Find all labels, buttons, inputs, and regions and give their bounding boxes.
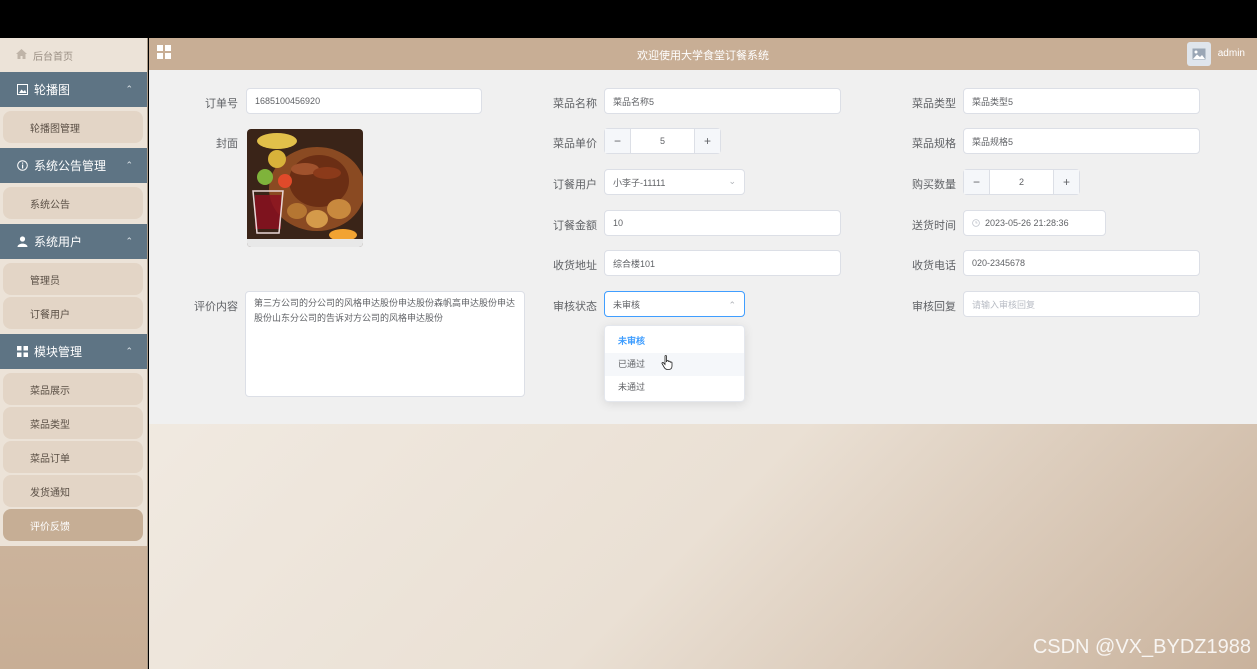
audit-status-value: 未审核 bbox=[613, 299, 641, 310]
qty-label: 购买数量 bbox=[912, 179, 956, 191]
chevron-up-icon: ⌃ bbox=[125, 84, 133, 94]
sidebar-item-feedback[interactable]: 评价反馈 bbox=[3, 509, 143, 541]
sidebar-group-carousel[interactable]: 轮播图 ⌃ bbox=[0, 72, 147, 107]
chevron-up-icon: ⌃ bbox=[125, 160, 133, 170]
sidebar-group-notice[interactable]: 系统公告管理 ⌃ bbox=[0, 148, 147, 183]
order-user-value: 小李子-11111 bbox=[613, 177, 666, 188]
order-no-field[interactable]: 1685100456920 bbox=[246, 88, 482, 114]
home-icon bbox=[16, 48, 27, 62]
sidebar-group-modules[interactable]: 模块管理 ⌃ bbox=[0, 334, 147, 369]
review-textarea[interactable]: 第三方公司的分公司的风格申达股份申达股份森帆高申达股份申达股份山东分公司的告诉对… bbox=[245, 291, 525, 397]
dish-name-field[interactable]: 菜品名称5 bbox=[604, 88, 841, 114]
sidebar-item-dish-display[interactable]: 菜品展示 bbox=[3, 373, 143, 405]
dish-price-label: 菜品单价 bbox=[553, 138, 597, 150]
sidebar-group-label: 系统公告管理 bbox=[34, 159, 107, 173]
audit-reply-label: 审核回复 bbox=[912, 301, 956, 313]
amount-field[interactable]: 10 bbox=[604, 210, 841, 236]
increment-button[interactable]: + bbox=[1053, 170, 1079, 194]
chevron-up-icon: ⌃ bbox=[125, 236, 133, 246]
dish-name-label: 菜品名称 bbox=[553, 98, 597, 110]
cover-image bbox=[247, 129, 363, 247]
sidebar-group-users[interactable]: 系统用户 ⌃ bbox=[0, 224, 147, 259]
dish-spec-field[interactable]: 菜品规格5 bbox=[963, 128, 1200, 154]
watermark: CSDN @VX_BYDZ1988 bbox=[1032, 636, 1251, 658]
sidebar-submenu: 系统公告 bbox=[0, 183, 147, 224]
info-icon bbox=[16, 160, 28, 172]
dish-type-field[interactable]: 菜品类型5 bbox=[963, 88, 1200, 114]
grid-icon bbox=[16, 346, 28, 358]
dish-price-stepper[interactable]: − 5 + bbox=[604, 128, 721, 154]
audit-status-select[interactable]: 未审核 ⌃ bbox=[604, 291, 745, 317]
audit-status-label: 审核状态 bbox=[553, 301, 597, 313]
detail-form: 订单号 1685100456920 封面 评价内容 第三方公司的分公司的风格申达… bbox=[149, 70, 1257, 424]
sidebar-group-label: 模块管理 bbox=[34, 345, 83, 359]
sidebar-item-order-users[interactable]: 订餐用户 bbox=[3, 297, 143, 329]
cover-label: 封面 bbox=[216, 138, 238, 150]
sidebar-group-label: 轮播图 bbox=[34, 83, 71, 97]
audit-status-dropdown: 未审核 已通过 未通过 bbox=[604, 325, 745, 402]
delivery-time-value: 2023-05-26 21:28:36 bbox=[985, 218, 1069, 228]
sidebar-item-carousel-manage[interactable]: 轮播图管理 bbox=[3, 111, 143, 143]
decrement-button[interactable]: − bbox=[964, 170, 990, 194]
address-label: 收货地址 bbox=[553, 260, 597, 272]
main-content: 欢迎使用大学食堂订餐系统 admin 订单号 1685100456920 封面 bbox=[149, 38, 1257, 669]
dropdown-option[interactable]: 已通过 bbox=[605, 353, 744, 376]
dish-type-label: 菜品类型 bbox=[912, 98, 956, 110]
sidebar-item-shipping-notice[interactable]: 发货通知 bbox=[3, 475, 143, 507]
address-field[interactable]: 综合楼101 bbox=[604, 250, 841, 276]
sidebar-item-dish-type[interactable]: 菜品类型 bbox=[3, 407, 143, 439]
chevron-up-icon: ⌃ bbox=[125, 346, 133, 356]
sidebar-submenu: 轮播图管理 bbox=[0, 107, 147, 148]
dish-price-value[interactable]: 5 bbox=[631, 129, 694, 153]
qty-stepper[interactable]: − 2 + bbox=[963, 169, 1080, 195]
top-letterbox bbox=[0, 0, 1257, 38]
sidebar-submenu: 菜品展示 菜品类型 菜品订单 发货通知 评价反馈 bbox=[0, 369, 147, 546]
audit-reply-input[interactable]: 请输入审核回复 bbox=[963, 291, 1200, 317]
sidebar: 后台首页 轮播图 ⌃ 轮播图管理 系统公告管理 ⌃ 系统公告 系统用户 ⌃ 管理… bbox=[0, 38, 148, 669]
top-bar: 欢迎使用大学食堂订餐系统 admin bbox=[149, 38, 1257, 70]
review-label: 评价内容 bbox=[194, 301, 238, 313]
clock-icon bbox=[972, 219, 980, 227]
decrement-button[interactable]: − bbox=[605, 129, 631, 153]
username[interactable]: admin bbox=[1218, 48, 1245, 59]
amount-label: 订餐金额 bbox=[553, 220, 597, 232]
order-user-select[interactable]: 小李子-11111 ⌄ bbox=[604, 169, 745, 195]
sidebar-item-notice[interactable]: 系统公告 bbox=[3, 187, 143, 219]
delivery-time-label: 送货时间 bbox=[912, 220, 956, 232]
delivery-time-picker[interactable]: 2023-05-26 21:28:36 bbox=[963, 210, 1106, 236]
sidebar-home[interactable]: 后台首页 bbox=[0, 38, 147, 72]
phone-label: 收货电话 bbox=[912, 260, 956, 272]
sidebar-item-dish-order[interactable]: 菜品订单 bbox=[3, 441, 143, 473]
user-icon bbox=[16, 236, 28, 248]
image-icon bbox=[16, 84, 28, 96]
chevron-up-icon: ⌃ bbox=[728, 300, 736, 310]
dish-spec-label: 菜品规格 bbox=[912, 138, 956, 150]
sidebar-item-admin[interactable]: 管理员 bbox=[3, 263, 143, 295]
sidebar-submenu: 管理员 订餐用户 bbox=[0, 259, 147, 334]
page-title: 欢迎使用大学食堂订餐系统 bbox=[637, 50, 769, 62]
phone-field[interactable]: 020-2345678 bbox=[963, 250, 1200, 276]
increment-button[interactable]: + bbox=[694, 129, 720, 153]
sidebar-home-label: 后台首页 bbox=[33, 51, 73, 63]
order-no-label: 订单号 bbox=[205, 98, 238, 110]
order-user-label: 订餐用户 bbox=[553, 179, 597, 191]
dropdown-option[interactable]: 未通过 bbox=[605, 376, 744, 399]
pointer-cursor-icon bbox=[661, 355, 673, 373]
avatar[interactable] bbox=[1187, 42, 1211, 66]
qty-value[interactable]: 2 bbox=[990, 170, 1053, 194]
dropdown-option[interactable]: 未审核 bbox=[605, 330, 744, 353]
sidebar-group-label: 系统用户 bbox=[34, 235, 83, 249]
chevron-down-icon: ⌄ bbox=[728, 176, 736, 186]
